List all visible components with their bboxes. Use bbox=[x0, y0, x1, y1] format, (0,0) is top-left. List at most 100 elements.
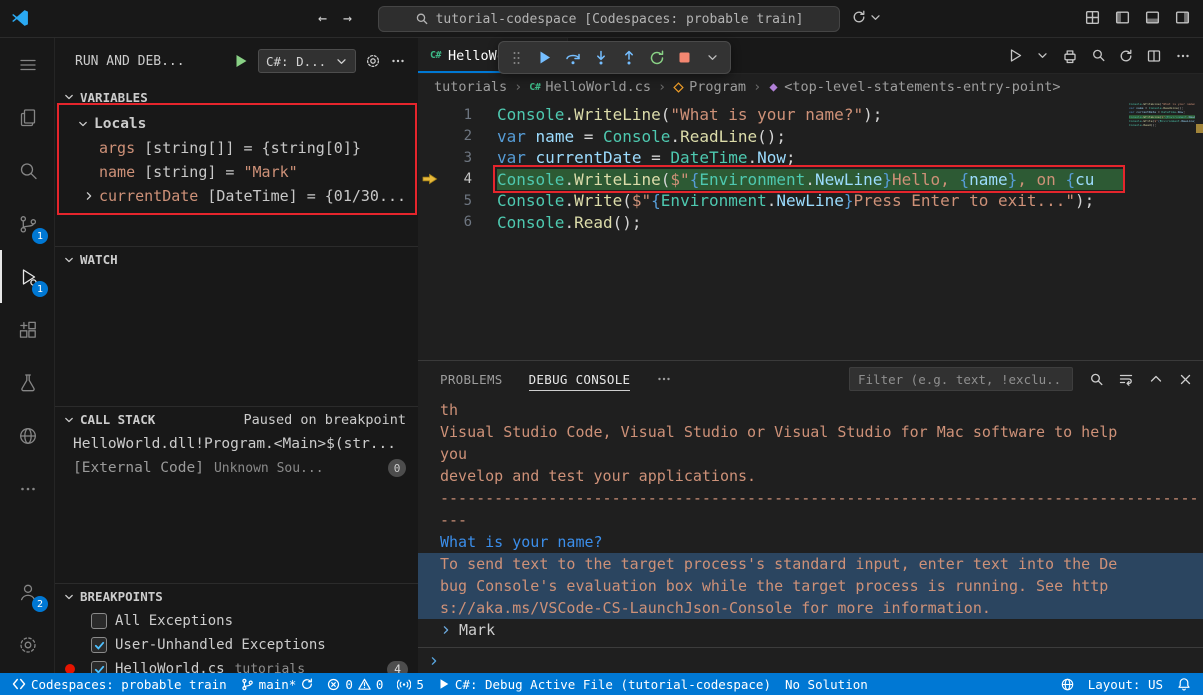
find-icon[interactable] bbox=[1089, 372, 1104, 387]
variable-row[interactable]: args [string[]] = {string[0]} bbox=[55, 136, 418, 160]
debug-config-dropdown[interactable]: C#: D... bbox=[258, 49, 356, 73]
refresh-dropdown-icon[interactable] bbox=[852, 10, 882, 24]
callstack-section-header[interactable]: CALL STACK Paused on breakpoint bbox=[55, 406, 418, 432]
toggle-panel-icon[interactable] bbox=[1144, 9, 1161, 26]
console-filter-input[interactable] bbox=[849, 367, 1073, 391]
code-line[interactable]: 2var name = Console.ReadLine(); bbox=[418, 126, 1203, 148]
badge: 4 bbox=[387, 661, 408, 674]
stack-frame-row[interactable]: HelloWorld.dll!Program.<Main>$(str... bbox=[55, 432, 418, 456]
activity-accounts[interactable]: 2 bbox=[0, 565, 55, 618]
start-debugging-button[interactable] bbox=[233, 53, 249, 69]
panel-tab-problems[interactable]: PROBLEMS bbox=[440, 361, 503, 397]
code-line[interactable]: 4Console.WriteLine($"{Environment.NewLin… bbox=[418, 169, 1203, 191]
close-icon[interactable] bbox=[1178, 372, 1193, 387]
activity-more[interactable] bbox=[0, 462, 55, 515]
breakpoint-checkbox[interactable] bbox=[91, 637, 107, 653]
breakpoints-section-header[interactable]: BREAKPOINTS bbox=[55, 583, 418, 609]
chevron-down-icon bbox=[63, 254, 75, 266]
activity-search[interactable] bbox=[0, 144, 55, 197]
customize-layout-icon[interactable] bbox=[1084, 9, 1101, 26]
breadcrumb-item[interactable]: Program bbox=[673, 79, 746, 95]
sync-icon bbox=[852, 10, 866, 24]
breakpoint-checkbox[interactable] bbox=[91, 661, 107, 673]
step-out-icon[interactable] bbox=[616, 45, 641, 71]
sync-gray-icon[interactable] bbox=[1119, 49, 1133, 63]
code-line[interactable]: 6Console.Read(); bbox=[418, 212, 1203, 234]
branch-status[interactable]: main* bbox=[234, 673, 321, 695]
panel-more-icon[interactable] bbox=[656, 371, 672, 387]
code-line[interactable]: 3var currentDate = DateTime.Now; bbox=[418, 147, 1203, 169]
console-line: bug Console's evaluation box while the t… bbox=[418, 575, 1203, 597]
print-icon[interactable] bbox=[1062, 48, 1078, 64]
activity-explorer[interactable] bbox=[0, 91, 55, 144]
activity-source-control[interactable]: 1 bbox=[0, 197, 55, 250]
command-center[interactable]: tutorial-codespace [Codespaces: probable… bbox=[378, 6, 840, 32]
toggle-secondary-icon[interactable] bbox=[1174, 9, 1191, 26]
breakpoint-row[interactable]: User-Unhandled Exceptions bbox=[55, 633, 418, 657]
breakpoint-row[interactable]: HelloWorld.cstutorials4 bbox=[55, 657, 418, 673]
activity-testing[interactable] bbox=[0, 356, 55, 409]
step-over-icon[interactable] bbox=[560, 45, 585, 71]
debug-console-input[interactable] bbox=[418, 647, 1203, 673]
minimap[interactable]: Console.WriteLine("What is your name?");… bbox=[1129, 102, 1195, 252]
globe-icon bbox=[1061, 678, 1074, 691]
current-line-arrow-icon[interactable] bbox=[418, 173, 442, 185]
remote-indicator[interactable]: Codespaces: probable train bbox=[5, 673, 234, 695]
chevron-down-icon[interactable] bbox=[700, 45, 725, 71]
activity-run-and-debug[interactable]: 1 bbox=[0, 250, 55, 303]
network-status[interactable] bbox=[1054, 673, 1081, 695]
ports-status[interactable]: 5 bbox=[390, 673, 431, 695]
variable-row[interactable]: currentDate [DateTime] = {01/30... bbox=[55, 184, 418, 208]
activity-remote-explorer[interactable] bbox=[0, 409, 55, 462]
find-icon[interactable] bbox=[1091, 48, 1106, 63]
variables-section-header[interactable]: VARIABLES bbox=[55, 84, 418, 110]
maximize-panel-icon[interactable] bbox=[1148, 371, 1164, 387]
notifications[interactable] bbox=[1170, 673, 1198, 695]
console-line: Mark bbox=[418, 619, 1203, 641]
breakpoint-label: HelloWorld.cs bbox=[115, 661, 225, 673]
word-wrap-icon[interactable] bbox=[1118, 371, 1134, 387]
activity-settings[interactable] bbox=[0, 618, 55, 671]
gripper-icon[interactable] bbox=[504, 45, 529, 71]
sidebar-header: RUN AND DEB... C#: D... bbox=[55, 38, 418, 84]
activity-extensions[interactable] bbox=[0, 303, 55, 356]
watch-section-header[interactable]: WATCH bbox=[55, 246, 418, 272]
symbol-class-icon bbox=[673, 82, 684, 93]
debug-status[interactable]: C#: Debug Active File (tutorial-codespac… bbox=[431, 673, 778, 695]
breadcrumb-item[interactable]: C#HelloWorld.cs bbox=[529, 79, 651, 95]
toggle-sidebar-icon[interactable] bbox=[1114, 9, 1131, 26]
console-line: ----------------------------------------… bbox=[418, 487, 1203, 509]
variable-row[interactable]: name [string] = "Mark" bbox=[55, 160, 418, 184]
sidebar-more-icon[interactable] bbox=[390, 53, 406, 69]
breadcrumb-item[interactable]: tutorials bbox=[434, 79, 507, 95]
debug-settings-gear-icon[interactable] bbox=[365, 53, 381, 69]
code-line[interactable]: 5Console.Write($"{Environment.NewLine}Pr… bbox=[418, 190, 1203, 212]
run-icon[interactable] bbox=[1008, 48, 1023, 63]
nav-back-icon[interactable]: ← bbox=[318, 9, 327, 27]
chevron-down-icon[interactable] bbox=[1036, 49, 1049, 62]
panel-tab-debug-console[interactable]: DEBUG CONSOLE bbox=[529, 361, 631, 397]
ellipsis-icon[interactable] bbox=[1175, 48, 1191, 64]
test-icon bbox=[17, 372, 39, 394]
locals-scope-row[interactable]: Locals bbox=[55, 112, 418, 136]
solution-status[interactable]: No Solution bbox=[778, 673, 875, 695]
chevron-down-icon bbox=[63, 414, 75, 426]
restart-icon[interactable] bbox=[644, 45, 669, 71]
step-into-icon[interactable] bbox=[588, 45, 613, 71]
stack-frame-row[interactable]: [External Code]Unknown Sou...0 bbox=[55, 456, 418, 480]
nav-forward-icon[interactable]: → bbox=[343, 9, 352, 27]
code-editor[interactable]: 1Console.WriteLine("What is your name?")… bbox=[418, 100, 1203, 360]
breakpoint-dot-icon bbox=[65, 664, 75, 673]
breakpoint-row[interactable]: All Exceptions bbox=[55, 609, 418, 633]
continue-icon[interactable] bbox=[532, 45, 557, 71]
breakpoint-checkbox[interactable] bbox=[91, 613, 107, 629]
keyboard-layout[interactable]: Layout: US bbox=[1081, 673, 1170, 695]
problems-status[interactable]: 00 bbox=[320, 673, 390, 695]
debug-play-icon bbox=[438, 678, 450, 690]
split-editor-icon[interactable] bbox=[1146, 48, 1162, 64]
breadcrumb-item[interactable]: <top-level-statements-entry-point> bbox=[768, 79, 1060, 95]
breadcrumb: tutorials›C#HelloWorld.cs›Program›<top-l… bbox=[418, 74, 1203, 100]
code-line[interactable]: 1Console.WriteLine("What is your name?")… bbox=[418, 104, 1203, 126]
activity-menu[interactable] bbox=[0, 38, 55, 91]
stop-icon[interactable] bbox=[672, 45, 697, 71]
